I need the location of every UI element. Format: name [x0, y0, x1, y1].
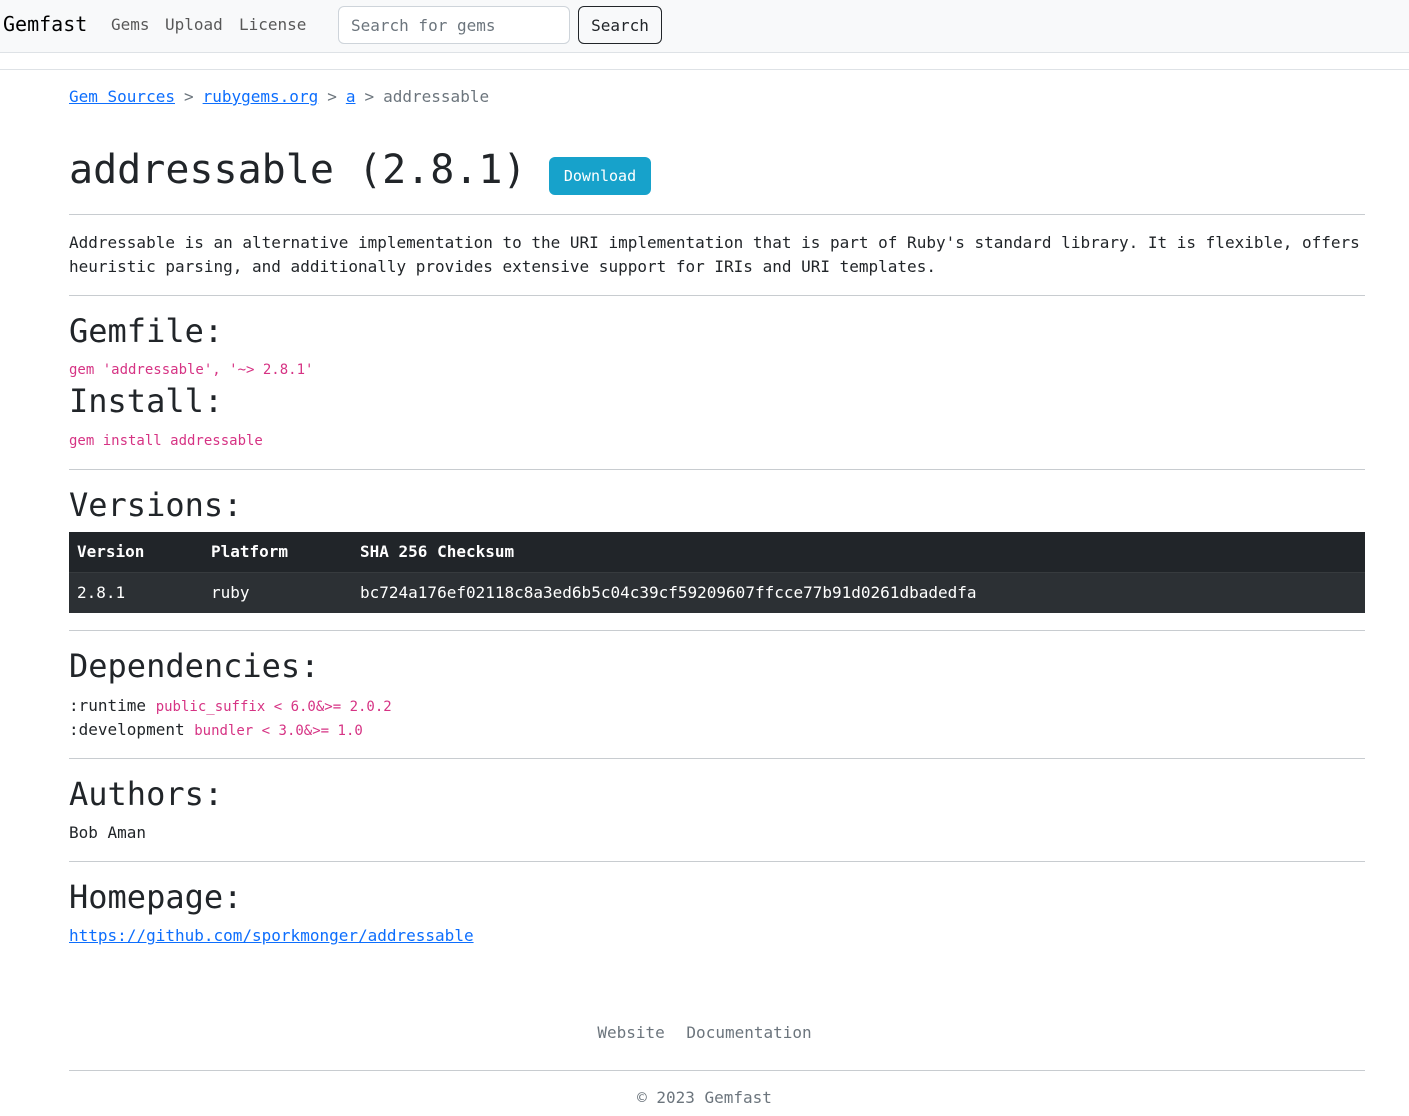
- divider: [69, 630, 1365, 631]
- column-header-platform: Platform: [203, 532, 352, 573]
- footer-link-website[interactable]: Website: [597, 1023, 664, 1042]
- breadcrumb-gem-sources[interactable]: Gem Sources: [69, 87, 175, 106]
- table-header-row: Version Platform SHA 256 Checksum: [69, 532, 1365, 573]
- search-button[interactable]: Search: [578, 6, 662, 44]
- dependency-spec: public_suffix < 6.0&>= 2.0.2: [155, 699, 392, 715]
- nav-link-gems[interactable]: Gems: [111, 15, 150, 34]
- version-cell: 2.8.1: [69, 572, 203, 613]
- gemfile-heading: Gemfile:: [69, 312, 224, 350]
- nav-link-license[interactable]: License: [239, 15, 306, 34]
- install-heading: Install:: [69, 382, 224, 420]
- divider: [69, 758, 1365, 759]
- search-input[interactable]: [338, 6, 570, 44]
- dependency-type: :runtime: [69, 696, 147, 715]
- author-name: Bob Aman: [69, 823, 147, 842]
- footer-link-documentation[interactable]: Documentation: [686, 1023, 811, 1042]
- nav-link-upload[interactable]: Upload: [165, 15, 223, 34]
- dependency-type: :development: [69, 720, 185, 739]
- install-code: gem install addressable: [69, 433, 263, 449]
- breadcrumb-current: addressable: [383, 87, 490, 106]
- copyright: © 2023 Gemfast: [637, 1088, 772, 1107]
- breadcrumb-rubygems[interactable]: rubygems.org: [203, 87, 319, 106]
- divider: [69, 214, 1365, 215]
- divider: [69, 469, 1365, 470]
- breadcrumb-separator: >: [364, 87, 375, 106]
- breadcrumb: Gem Sources > rubygems.org > a > addressable: [69, 87, 489, 106]
- divider: [69, 295, 1365, 296]
- column-header-checksum: SHA 256 Checksum: [352, 532, 1365, 573]
- gemfile-code: gem 'addressable', '~> 2.8.1': [69, 362, 314, 378]
- footer-divider: [69, 1070, 1365, 1071]
- breadcrumb-separator: >: [183, 87, 194, 106]
- homepage-link[interactable]: https://github.com/sporkmonger/addressab…: [69, 926, 474, 945]
- top-navbar: Gemfast Gems Upload License Search: [0, 0, 1409, 53]
- brand-link[interactable]: Gemfast: [3, 12, 87, 36]
- dependencies-heading: Dependencies:: [69, 647, 320, 685]
- versions-table: Version Platform SHA 256 Checksum 2.8.1 …: [69, 532, 1365, 613]
- breadcrumb-separator: >: [327, 87, 337, 106]
- column-header-version: Version: [69, 532, 203, 573]
- platform-cell: ruby: [203, 572, 352, 613]
- checksum-cell: bc724a176ef02118c8a3ed6b5c04c39cf5920960…: [352, 572, 1365, 613]
- navbar-divider: [0, 69, 1409, 70]
- footer-links: Website Documentation: [0, 1023, 1409, 1042]
- table-row: 2.8.1 ruby bc724a176ef02118c8a3ed6b5c04c…: [69, 572, 1365, 613]
- divider: [69, 861, 1365, 862]
- breadcrumb-letter[interactable]: a: [346, 87, 356, 106]
- versions-heading: Versions:: [69, 486, 243, 524]
- dependency-item: :development bundler < 3.0&>= 1.0: [69, 720, 363, 739]
- authors-heading: Authors:: [69, 775, 224, 813]
- homepage-heading: Homepage:: [69, 878, 243, 916]
- page-title: addressable (2.8.1): [69, 147, 527, 193]
- gem-description: Addressable is an alternative implementa…: [69, 233, 1360, 276]
- dependency-spec: bundler < 3.0&>= 1.0: [194, 723, 363, 739]
- download-button[interactable]: Download: [549, 157, 651, 195]
- dependency-item: :runtime public_suffix < 6.0&>= 2.0.2: [69, 696, 392, 715]
